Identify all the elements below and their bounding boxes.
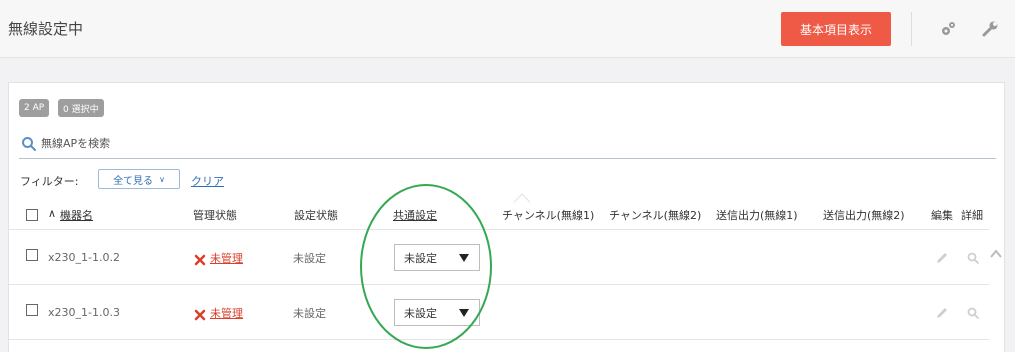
ap-count-badge: 2 AP bbox=[19, 99, 50, 117]
col-header-edit: 編集 bbox=[931, 209, 953, 222]
col-header-tx-power-2: 送信出力(無線2) bbox=[823, 209, 905, 222]
header-divider bbox=[911, 12, 912, 46]
device-name-cell: x230_1-1.0.3 bbox=[48, 306, 120, 319]
unmanaged-x-icon bbox=[194, 251, 206, 266]
ap-search-input[interactable] bbox=[41, 133, 541, 153]
dropdown-arrow-icon bbox=[459, 309, 469, 317]
filter-selected-value: 全て見る bbox=[113, 175, 154, 187]
search-bar bbox=[19, 129, 996, 159]
sort-asc-icon[interactable]: ∧ bbox=[48, 207, 56, 220]
common-config-value: 未設定 bbox=[404, 306, 437, 320]
details-search-icon[interactable] bbox=[966, 250, 980, 264]
scroll-up-icon[interactable] bbox=[990, 244, 1002, 258]
chevron-down-icon: ∨ bbox=[159, 174, 165, 184]
edit-pencil-icon[interactable] bbox=[935, 250, 949, 264]
row-divider bbox=[9, 284, 989, 285]
mgmt-status-link[interactable]: 未管理 bbox=[210, 305, 243, 321]
filter-label: フィルター: bbox=[20, 175, 79, 188]
config-status-cell: 未設定 bbox=[293, 307, 326, 320]
col-header-common-config[interactable]: 共通設定 bbox=[393, 207, 437, 223]
common-config-select[interactable]: 未設定 bbox=[394, 244, 480, 271]
search-icon bbox=[21, 136, 37, 152]
edit-pencil-icon[interactable] bbox=[935, 305, 949, 319]
common-config-value: 未設定 bbox=[404, 251, 437, 265]
header-divider-line bbox=[9, 229, 989, 230]
unmanaged-x-icon bbox=[194, 306, 206, 321]
wrench-icon[interactable] bbox=[980, 19, 1000, 39]
col-header-device-name[interactable]: 機器名 bbox=[60, 207, 93, 223]
ap-list-panel: 2 AP 0 選択中 フィルター: 全て見る ∨ クリア ∧ 機器名 管理状態 … bbox=[8, 82, 1005, 352]
col-header-mgmt-status: 管理状態 bbox=[193, 209, 237, 222]
dropdown-arrow-icon bbox=[459, 254, 469, 262]
config-status-cell: 未設定 bbox=[293, 252, 326, 265]
col-header-channel-2: チャンネル(無線2) bbox=[609, 209, 702, 222]
col-header-details: 詳細 bbox=[961, 209, 983, 222]
page-title: 無線設定中 bbox=[8, 20, 84, 38]
row-checkbox[interactable] bbox=[26, 249, 38, 261]
selected-count-badge: 0 選択中 bbox=[58, 99, 104, 117]
row-checkbox[interactable] bbox=[26, 304, 38, 316]
device-name-cell: x230_1-1.0.2 bbox=[48, 251, 120, 264]
top-bar: 無線設定中 基本項目表示 bbox=[0, 0, 1015, 58]
filter-clear-link[interactable]: クリア bbox=[191, 173, 224, 189]
select-all-checkbox[interactable] bbox=[26, 209, 38, 221]
gears-icon[interactable] bbox=[938, 19, 958, 39]
filter-dropdown[interactable]: 全て見る ∨ bbox=[98, 169, 180, 189]
col-header-channel-1: チャンネル(無線1) bbox=[502, 209, 595, 222]
col-header-tx-power-1: 送信出力(無線1) bbox=[716, 209, 798, 222]
common-config-select[interactable]: 未設定 bbox=[394, 299, 480, 326]
show-basic-items-button[interactable]: 基本項目表示 bbox=[781, 12, 891, 46]
col-header-config-status: 設定状態 bbox=[294, 209, 338, 222]
row-divider bbox=[9, 339, 989, 340]
mgmt-status-link[interactable]: 未管理 bbox=[210, 250, 243, 266]
details-search-icon[interactable] bbox=[966, 305, 980, 319]
